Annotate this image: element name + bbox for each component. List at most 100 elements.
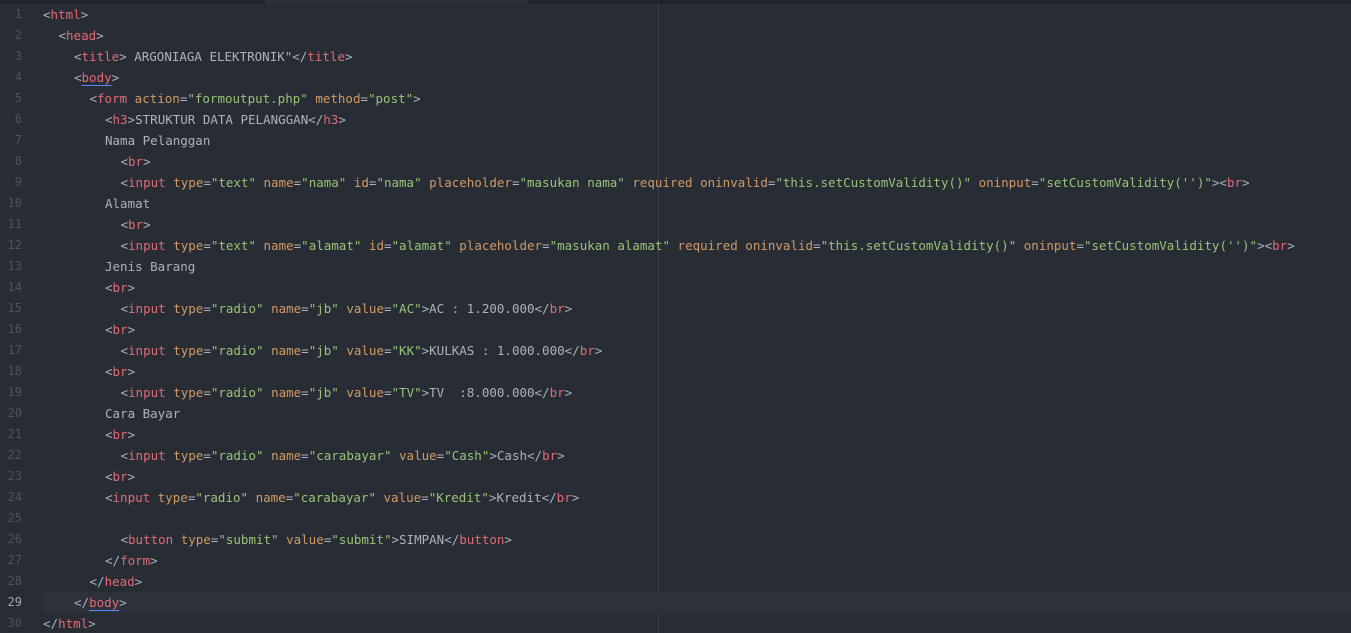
line-content: <br>	[43, 277, 1351, 298]
line-number: 24	[7, 490, 22, 504]
code-editor[interactable]: 1 <html> 2 <head> 3 <title> ARGONIAGA ELEKTRO…	[0, 0, 1351, 633]
line-number: 25	[7, 511, 22, 525]
line-number: 29	[7, 595, 22, 609]
code-token: =	[301, 385, 309, 400]
code-line[interactable]: 14 <br>	[0, 277, 1351, 298]
code-token: type	[173, 448, 204, 463]
code-line[interactable]: 9 <input type="text" name="nama" id="nama…	[0, 172, 1351, 193]
line-content: <head>	[43, 25, 1351, 46]
code-token: id	[368, 238, 384, 253]
code-line[interactable]: 7 Nama Pelanggan	[0, 130, 1351, 151]
code-line[interactable]: 10 Alamat	[0, 193, 1351, 214]
code-token: "text"	[210, 175, 256, 190]
code-line[interactable]: 28 </head>	[0, 571, 1351, 592]
code-line[interactable]: 15 <input type="radio" name="jb" value="A…	[0, 298, 1351, 319]
code-token: br	[112, 427, 128, 442]
code-token: "carabayar"	[293, 490, 376, 505]
code-token: br	[549, 385, 565, 400]
code-token: <	[120, 154, 129, 169]
line-number: 21	[7, 427, 22, 441]
code-line[interactable]: 8 <br>	[0, 151, 1351, 172]
code-token: value	[383, 490, 422, 505]
code-line[interactable]: 3 <title> ARGONIAGA ELEKTRONIK"</title>	[0, 46, 1351, 67]
code-line[interactable]: 22 <input type="radio" name="carabayar" v…	[0, 445, 1351, 466]
code-line[interactable]: 29 </body>	[0, 592, 1351, 613]
code-token: input	[128, 175, 166, 190]
line-content: <br>	[43, 424, 1351, 445]
code-token: value	[286, 532, 324, 547]
line-number: 17	[7, 343, 22, 357]
code-token: </	[564, 343, 580, 358]
code-token: <	[58, 28, 67, 43]
code-token: <	[120, 301, 129, 316]
code-token: form	[97, 91, 128, 106]
code-token: Kredit	[496, 490, 542, 505]
code-line[interactable]: 26 <button type="submit" value="submit">S…	[0, 529, 1351, 550]
code-token: required	[632, 175, 693, 190]
line-content: <title> ARGONIAGA ELEKTRONIK"</title>	[43, 46, 1351, 67]
code-line[interactable]: 5 <form action="formoutput.php" method="p…	[0, 88, 1351, 109]
code-line[interactable]: 25	[0, 508, 1351, 529]
code-token: type	[180, 532, 211, 547]
line-number: 10	[7, 196, 22, 210]
code-token: oninput	[978, 175, 1032, 190]
code-token: <	[89, 91, 98, 106]
code-line[interactable]: 6 <h3>STRUKTUR DATA PELANGGAN</h3>	[0, 109, 1351, 130]
code-line[interactable]: 19 <input type="radio" name="jb" value="T…	[0, 382, 1351, 403]
code-token: value	[399, 448, 437, 463]
code-token: =	[383, 385, 392, 400]
code-token: head	[104, 574, 135, 589]
line-content: <input type="radio" name="carabayar" val…	[43, 487, 1351, 508]
line-content: <body>	[43, 67, 1351, 88]
code-line[interactable]: 16 <br>	[0, 319, 1351, 340]
code-line[interactable]: 27 </form>	[0, 550, 1351, 571]
code-token: "text"	[210, 238, 256, 253]
code-token: <	[105, 427, 113, 442]
code-line[interactable]: 13 Jenis Barang	[0, 256, 1351, 277]
code-token: =	[542, 238, 550, 253]
line-number: 9	[14, 175, 22, 189]
code-token: body	[81, 70, 112, 85]
code-token: br	[128, 154, 144, 169]
line-number: 19	[7, 385, 22, 399]
line-number: 27	[7, 553, 22, 567]
code-line[interactable]: 2 <head>	[0, 25, 1351, 46]
code-token: <	[120, 217, 129, 232]
code-token: SIMPAN	[399, 532, 445, 547]
code-line[interactable]: 20 Cara Bayar	[0, 403, 1351, 424]
code-line[interactable]: 23 <br>	[0, 466, 1351, 487]
code-token: "masukan alamat"	[549, 238, 671, 253]
code-token: input	[112, 490, 151, 505]
code-token: title	[81, 49, 120, 64]
code-token: method	[315, 91, 361, 106]
code-line[interactable]: 18 <br>	[0, 361, 1351, 382]
code-line[interactable]: 21 <br>	[0, 424, 1351, 445]
code-line[interactable]: 4 <body>	[0, 67, 1351, 88]
code-line[interactable]: 1 <html>	[0, 4, 1351, 25]
code-token: Jenis Barang	[105, 259, 196, 274]
code-line[interactable]: 30 </html>	[0, 613, 1351, 633]
line-content: <form action="formoutput.php" method="po…	[43, 88, 1351, 109]
code-area[interactable]: 1 <html> 2 <head> 3 <title> ARGONIAGA ELEKTRO…	[0, 4, 1351, 633]
code-token: "post"	[368, 91, 414, 106]
code-line[interactable]: 12 <input type="text" name="alamat" id="a…	[0, 235, 1351, 256]
code-line[interactable]: 17 <input type="radio" name="jb" value="K…	[0, 340, 1351, 361]
code-token: >	[504, 532, 512, 547]
code-line[interactable]: 24 <input type="radio" name="carabayar" v…	[0, 487, 1351, 508]
code-token: <	[105, 364, 113, 379]
line-content: <input type="radio" name="carabayar" val…	[43, 445, 1351, 466]
line-content: <input type="text" name="alamat" id="ala…	[43, 235, 1351, 256]
code-token: ARGONIAGA ELEKTRONIK"	[126, 49, 293, 64]
code-line[interactable]: 11 <br>	[0, 214, 1351, 235]
code-token: >	[119, 49, 127, 64]
line-content: Alamat	[43, 193, 1351, 214]
code-token: >	[338, 112, 346, 127]
line-number: 28	[7, 574, 22, 588]
code-token: "formoutput.php"	[187, 91, 308, 106]
code-token: =	[301, 301, 309, 316]
code-token: AC : 1.200.000	[429, 301, 535, 316]
code-token: >	[1287, 238, 1295, 253]
